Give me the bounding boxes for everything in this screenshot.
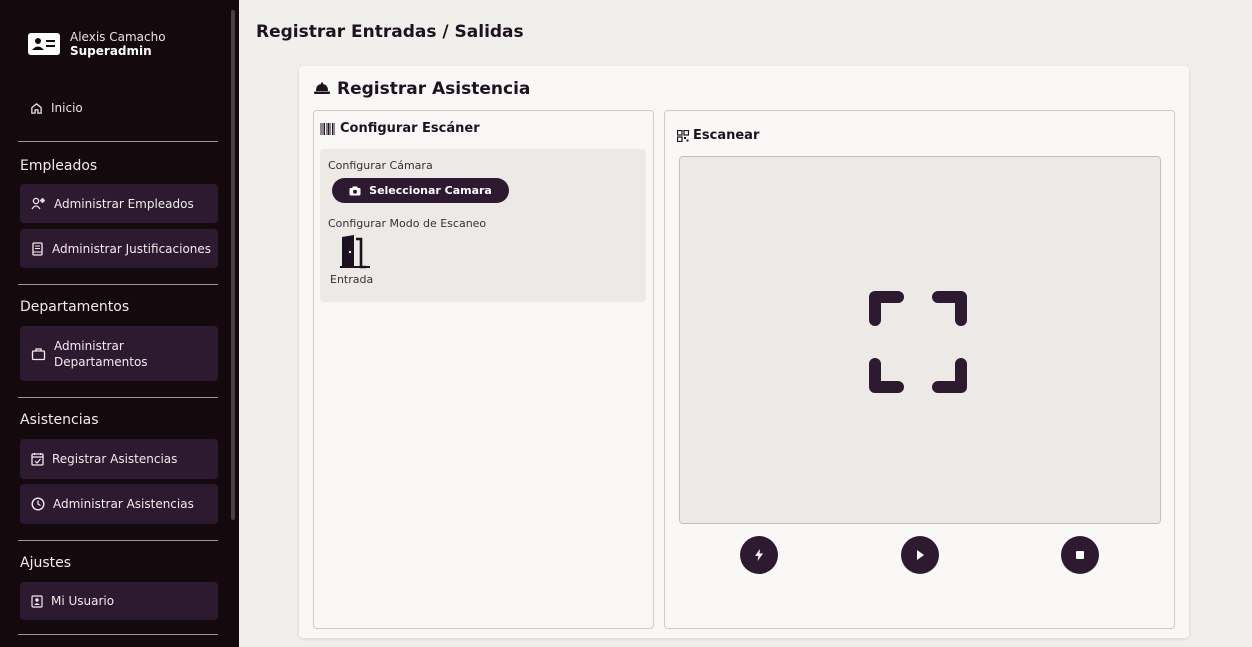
calendar-check-icon xyxy=(31,453,44,466)
journal-icon xyxy=(32,241,43,256)
user-profile: Alexis Camacho Superadmin xyxy=(28,30,166,58)
sidebar-item-label: Administrar Empleados xyxy=(54,196,194,211)
sidebar-item-administrar-departamentos[interactable]: Administrar Departamentos xyxy=(20,326,218,381)
sidebar-item-mi-usuario[interactable]: Mi Usuario xyxy=(20,582,218,620)
sidebar-item-inicio[interactable]: Inicio xyxy=(30,101,83,115)
clock-icon xyxy=(31,497,45,511)
user-name: Alexis Camacho xyxy=(70,30,166,44)
sidebar-item-registrar-asistencias[interactable]: Registrar Asistencias xyxy=(20,439,218,479)
scan-mode-label: Configurar Modo de Escaneo xyxy=(328,217,487,230)
qr-icon xyxy=(677,129,689,142)
barcode-icon xyxy=(320,122,335,135)
section-title-ajustes: Ajustes xyxy=(20,555,72,571)
section-title-empleados: Empleados xyxy=(20,158,98,174)
scan-mode-value: Entrada xyxy=(330,273,374,286)
id-card-icon xyxy=(28,33,60,55)
door-icon[interactable] xyxy=(340,235,370,273)
config-box: Configurar Cámara Seleccionar Camara Con… xyxy=(320,149,646,302)
sidebar-item-label: Mi Usuario xyxy=(51,594,115,608)
briefcase-icon xyxy=(31,347,46,360)
sidebar-item-administrar-justificaciones[interactable]: Administrar Justificaciones xyxy=(20,229,218,268)
camera-config-label: Configurar Cámara xyxy=(328,159,433,172)
user-role: Superadmin xyxy=(70,44,152,58)
configure-scanner-title: Configurar Escáner xyxy=(320,121,480,136)
sidebar-divider xyxy=(18,284,218,285)
flash-icon xyxy=(755,549,763,561)
register-attendance-card: Registrar Asistencia Configurar Escáner … xyxy=(299,66,1189,638)
sidebar-divider xyxy=(18,397,218,398)
scan-viewport[interactable] xyxy=(679,156,1161,524)
configure-scanner-panel: Configurar Escáner Configurar Cámara Sel… xyxy=(313,110,654,629)
flash-button[interactable] xyxy=(740,536,778,574)
sidebar-item-label: Registrar Asistencias xyxy=(52,452,178,466)
section-title-asistencias: Asistencias xyxy=(20,412,99,428)
sidebar-divider xyxy=(18,634,218,635)
sidebar-item-label: Administrar Justificaciones xyxy=(52,241,212,256)
sidebar-item-label: Departamentos xyxy=(54,354,148,369)
sidebar-item-label: Inicio xyxy=(51,101,83,115)
users-cog-icon xyxy=(31,197,45,209)
scan-panel: Escanear xyxy=(664,110,1175,629)
sidebar-item-administrar-asistencias[interactable]: Administrar Asistencias xyxy=(20,484,218,524)
card-title: Registrar Asistencia xyxy=(313,79,530,99)
user-badge-icon xyxy=(31,594,43,608)
page-title: Registrar Entradas / Salidas xyxy=(256,22,524,42)
camera-icon xyxy=(349,186,361,195)
sidebar: Alexis Camacho Superadmin Inicio Emplead… xyxy=(0,0,239,647)
sidebar-scrollbar[interactable] xyxy=(231,10,235,520)
sidebar-item-label: Administrar xyxy=(54,338,124,353)
scan-frame-icon xyxy=(869,291,967,393)
home-icon xyxy=(31,102,42,114)
sidebar-item-administrar-empleados[interactable]: Administrar Empleados xyxy=(20,184,218,223)
play-icon xyxy=(917,550,924,560)
sidebar-divider xyxy=(18,141,218,142)
sidebar-divider xyxy=(18,540,218,541)
hard-hat-icon xyxy=(314,82,330,94)
play-button[interactable] xyxy=(901,536,939,574)
scan-title: Escanear xyxy=(677,128,759,143)
stop-icon xyxy=(1076,551,1084,559)
select-camera-button[interactable]: Seleccionar Camara xyxy=(332,178,509,203)
stop-button[interactable] xyxy=(1061,536,1099,574)
sidebar-item-label: Administrar Asistencias xyxy=(53,497,194,511)
section-title-departamentos: Departamentos xyxy=(20,299,130,315)
